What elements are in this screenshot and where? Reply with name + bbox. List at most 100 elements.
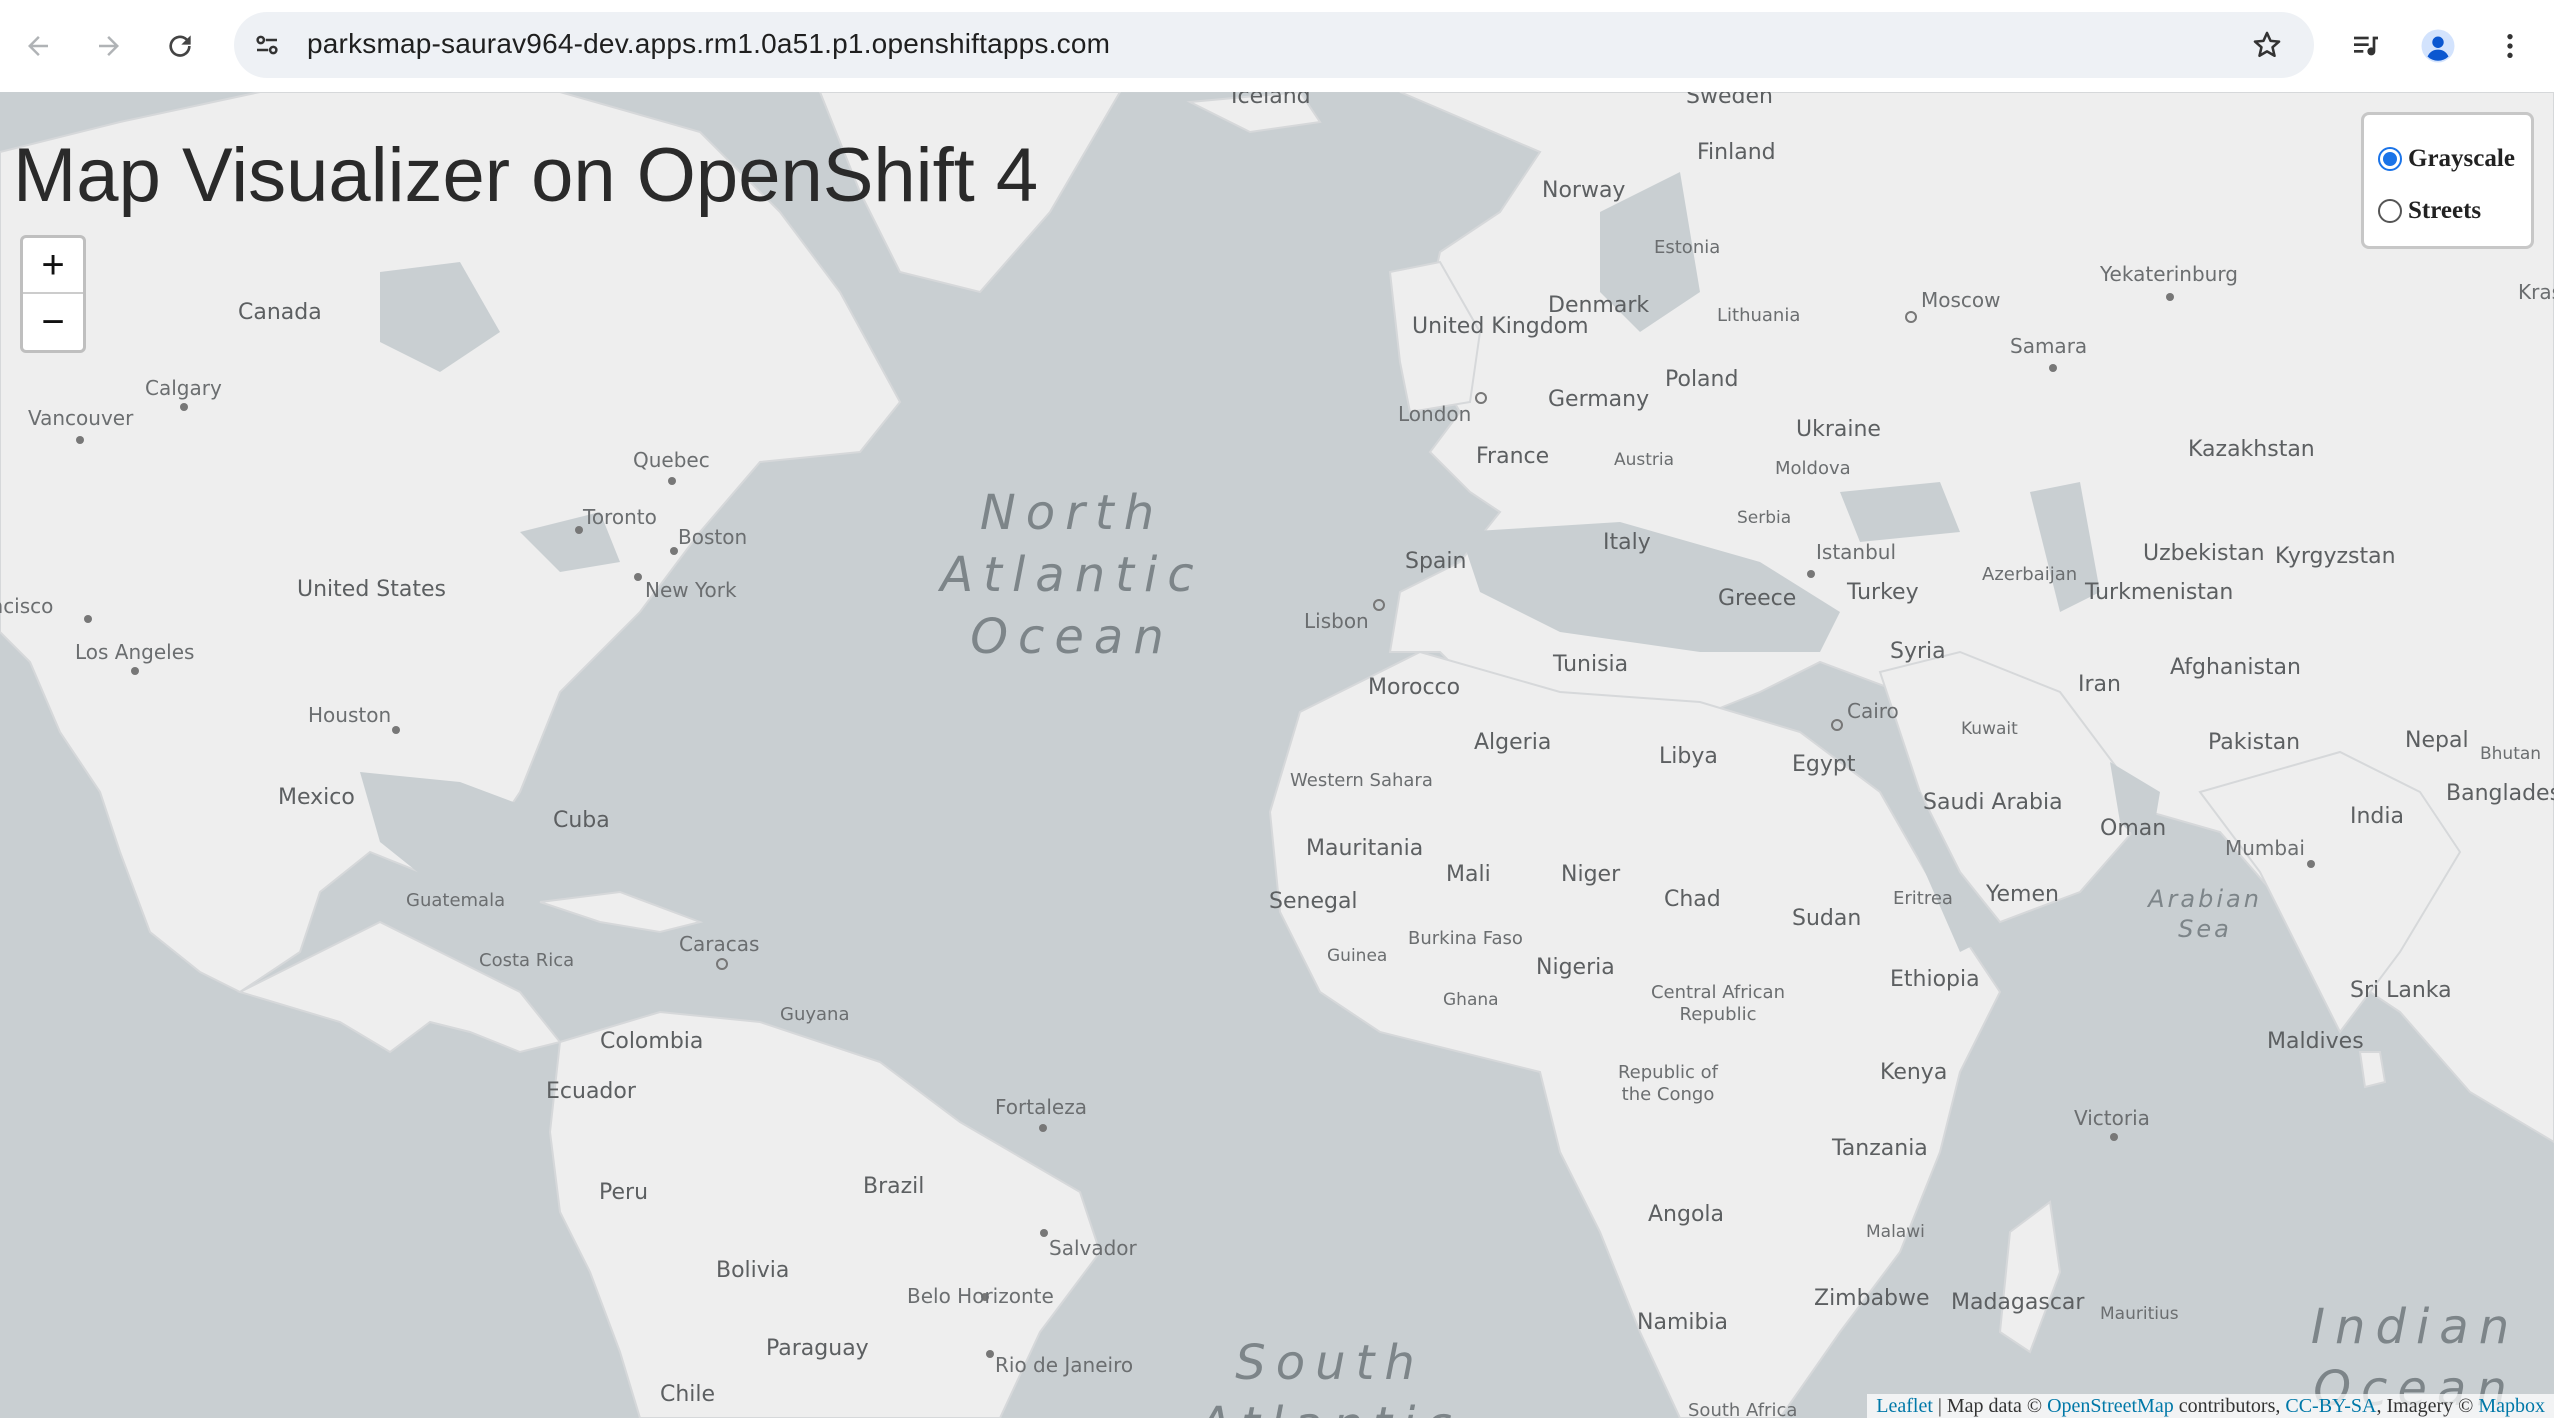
map-label: Boston [678, 525, 748, 549]
map-label: Iceland [1231, 92, 1311, 109]
map-tiles [0, 92, 2554, 1418]
map-label: Tanzania [1832, 1136, 1928, 1161]
map-label: Brazil [863, 1174, 925, 1199]
map-label: Uzbekistan [2143, 541, 2265, 566]
map-label: Tunisia [1553, 652, 1629, 677]
map-label: Belo Horizonte [907, 1284, 1054, 1308]
map-label: Greece [1718, 586, 1797, 611]
attribution-text: contributors, [2173, 1395, 2286, 1417]
map-label: Niger [1561, 862, 1621, 887]
map-label: Kazakhstan [2188, 437, 2315, 462]
map-label: Canada [238, 300, 322, 325]
map-label: Victoria [2074, 1106, 2150, 1130]
osm-link[interactable]: OpenStreetMap [2047, 1395, 2174, 1417]
map-label: Nigeria [1536, 955, 1615, 980]
map-label: Western Sahara [1290, 770, 1433, 791]
mapbox-link[interactable]: Mapbox [2478, 1395, 2545, 1417]
map-label: London [1398, 402, 1472, 426]
map-label: Saudi Arabia [1923, 790, 2063, 815]
map-label: France [1476, 444, 1550, 469]
map-label: Mexico [278, 785, 355, 810]
map-label: Chad [1664, 887, 1721, 912]
radio-button[interactable] [2378, 199, 2402, 223]
map-label: Poland [1665, 367, 1739, 392]
radio-button[interactable] [2378, 147, 2402, 171]
map-label: Turkmenistan [2085, 580, 2234, 605]
map-label: Guyana [780, 1004, 850, 1025]
map-label: Namibia [1637, 1310, 1729, 1335]
media-control-button[interactable] [2342, 22, 2390, 70]
map-label: Bhutan [2480, 744, 2542, 764]
map-label: Angola [1648, 1202, 1725, 1227]
map-label: Costa Rica [479, 950, 575, 971]
map-label: San Francisco [0, 594, 54, 618]
map-label: Cuba [553, 808, 610, 833]
map-label: Sweden [1686, 92, 1773, 109]
map-label: Morocco [1368, 675, 1461, 700]
arrow-left-icon [28, 36, 48, 56]
map-label: Iran [2078, 672, 2121, 697]
map-label: Ecuador [546, 1079, 636, 1104]
forward-button[interactable] [85, 22, 133, 70]
map-label: South Africa [1688, 1400, 1798, 1418]
back-button[interactable] [14, 22, 62, 70]
map-label: Republic of the Congo [1617, 1062, 1718, 1105]
map-label: Yekaterinburg [2100, 262, 2238, 286]
map-label: Cairo [1847, 699, 1899, 723]
map-label: Fortaleza [995, 1095, 1087, 1119]
map-label: Krasnoy [2518, 280, 2554, 304]
map-label: Germany [1548, 387, 1650, 412]
map-label: Moscow [1921, 288, 2001, 312]
map-label: Mauritania [1306, 836, 1424, 861]
layer-label: Streets [2408, 197, 2482, 224]
map-label: Kenya [1880, 1060, 1948, 1085]
map-label: Estonia [1654, 237, 1721, 258]
menu-button[interactable] [2486, 22, 2534, 70]
map-label: Kyrgyzstan [2275, 544, 2396, 569]
map-label: Finland [1697, 140, 1776, 165]
tune-icon[interactable] [252, 30, 282, 60]
zoom-control: + − [20, 235, 86, 353]
map-label: Spain [1405, 549, 1467, 574]
map-label: Istanbul [1816, 540, 1897, 564]
map-label: Ethiopia [1890, 967, 1980, 992]
map-label: Austria [1614, 450, 1675, 470]
map-label: Lithuania [1717, 305, 1801, 326]
zoom-in-button[interactable]: + [23, 238, 83, 294]
map-label: Ghana [1443, 990, 1499, 1010]
reload-icon [169, 35, 191, 57]
map-label: Chile [660, 1382, 716, 1407]
map-label: Oman [2100, 816, 2167, 841]
map-label: Guatemala [406, 890, 506, 911]
browser-toolbar: parksmap-saurav964-dev.apps.rm1.0a51.p1.… [0, 0, 2554, 92]
license-link[interactable]: CC-BY-SA [2285, 1395, 2376, 1417]
address-bar[interactable]: parksmap-saurav964-dev.apps.rm1.0a51.p1.… [234, 12, 2314, 78]
map-label: Algeria [1474, 730, 1552, 755]
map-container[interactable]: Iceland Sweden Finland Norway Estonia Ca… [0, 92, 2554, 1418]
map-label: Burkina Faso [1408, 928, 1523, 949]
map-label: Nepal [2405, 728, 2469, 753]
profile-button[interactable] [2414, 22, 2462, 70]
layer-switcher: Grayscale Streets [2361, 112, 2534, 249]
reload-button[interactable] [156, 22, 204, 70]
map-label: Houston [308, 703, 392, 727]
layer-option-streets[interactable]: Streets [2378, 185, 2531, 237]
map-label: Mauritius [2100, 1304, 2179, 1324]
url-text[interactable]: parksmap-saurav964-dev.apps.rm1.0a51.p1.… [307, 28, 1110, 60]
map-label: Peru [599, 1180, 649, 1205]
map-label: India [2350, 804, 2404, 829]
more-vert-icon [2507, 34, 2513, 58]
map-label: Senegal [1269, 889, 1358, 914]
map-label: Zimbabwe [1814, 1286, 1930, 1311]
star-icon[interactable] [2250, 28, 2284, 62]
map-label: Moldova [1775, 458, 1851, 479]
map-label: Yemen [1986, 882, 2059, 907]
map-label: Ukraine [1796, 417, 1881, 442]
leaflet-link[interactable]: Leaflet [1876, 1395, 1933, 1417]
map-label: Norway [1542, 178, 1626, 203]
layer-label: Grayscale [2408, 145, 2515, 172]
layer-option-grayscale[interactable]: Grayscale [2378, 133, 2531, 185]
map-label: Azerbaijan [1982, 564, 2078, 585]
ocean-label: Arabian Sea [2148, 885, 2262, 943]
zoom-out-button[interactable]: − [23, 294, 83, 350]
